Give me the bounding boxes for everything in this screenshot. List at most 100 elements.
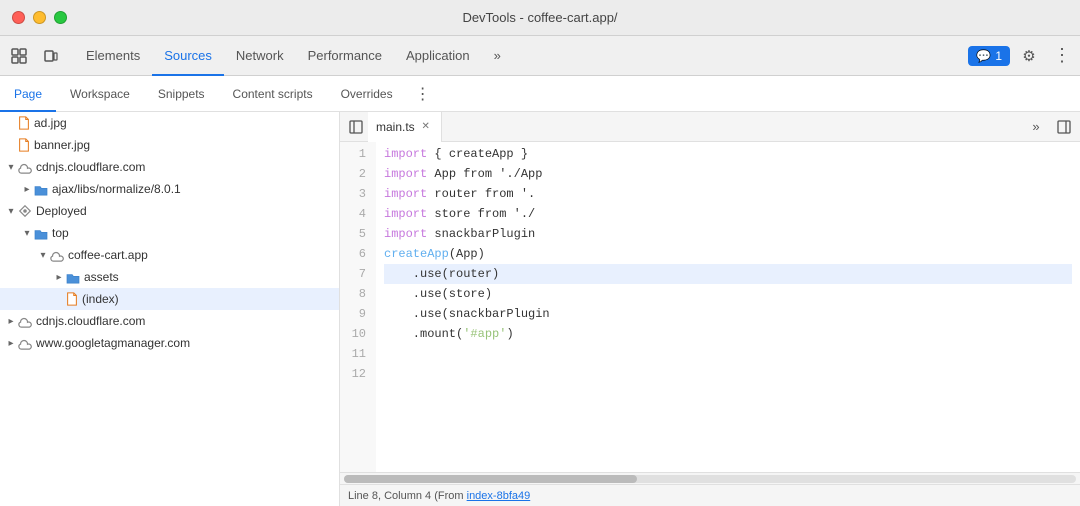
- tree-file-icon: [34, 182, 48, 196]
- tree-arrow-icon: [52, 272, 66, 283]
- tree-arrow-icon: [4, 316, 18, 327]
- device-icon[interactable]: [36, 41, 66, 71]
- code-content[interactable]: import { createApp } import App from './…: [376, 142, 1080, 472]
- maximize-button[interactable]: [54, 11, 67, 24]
- tree-item[interactable]: cdnjs.cloudflare.com: [0, 310, 339, 332]
- scrollbar-thumb[interactable]: [344, 475, 637, 483]
- tree-arrow-icon: [4, 338, 18, 349]
- code-scrollbar[interactable]: [340, 472, 1080, 484]
- sub-tab-overrides[interactable]: Overrides: [327, 76, 407, 112]
- collapse-panel-icon[interactable]: [1052, 115, 1076, 139]
- main-content: ad.jpgbanner.jpgcdnjs.cloudflare.comajax…: [0, 112, 1080, 506]
- code-tabs-bar: main.ts ✕ »: [340, 112, 1080, 142]
- tab-network[interactable]: Network: [224, 36, 296, 76]
- sub-toolbar: Page Workspace Snippets Content scripts …: [0, 76, 1080, 112]
- line-number: 5: [350, 224, 366, 244]
- close-button[interactable]: [12, 11, 25, 24]
- chat-badge[interactable]: 💬 1: [968, 46, 1010, 66]
- tree-file-icon: [50, 248, 64, 263]
- scrollbar-track[interactable]: [344, 475, 1076, 483]
- tab-performance[interactable]: Performance: [296, 36, 394, 76]
- line-number: 1: [350, 144, 366, 164]
- tab-sources[interactable]: Sources: [152, 36, 224, 76]
- tree-item[interactable]: cdnjs.cloudflare.com: [0, 156, 339, 178]
- tree-item-label: Deployed: [36, 204, 87, 218]
- tree-item[interactable]: ad.jpg: [0, 112, 339, 134]
- main-toolbar: Elements Sources Network Performance App…: [0, 36, 1080, 76]
- settings-icon[interactable]: ⚙: [1014, 41, 1044, 71]
- tree-item[interactable]: ajax/libs/normalize/8.0.1: [0, 178, 339, 200]
- line-number: 9: [350, 304, 366, 324]
- more-options-button[interactable]: ⋮: [1048, 42, 1076, 70]
- line-number: 3: [350, 184, 366, 204]
- status-bar: Line 8, Column 4 (From index-8bfa49: [340, 484, 1080, 506]
- tree-file-icon: [34, 226, 48, 240]
- tree-item[interactable]: assets: [0, 266, 339, 288]
- sub-tab-content-scripts[interactable]: Content scripts: [219, 76, 327, 112]
- tree-file-icon: [18, 138, 30, 153]
- line-number: 12: [350, 364, 366, 384]
- panel-left-icon[interactable]: [344, 115, 368, 139]
- tab-application[interactable]: Application: [394, 36, 482, 76]
- tree-item[interactable]: www.googletagmanager.com: [0, 332, 339, 354]
- code-line: import { createApp }: [384, 144, 1072, 164]
- tree-item-label: ad.jpg: [34, 116, 67, 130]
- tree-item-label: cdnjs.cloudflare.com: [36, 314, 145, 328]
- code-line: import App from './App: [384, 164, 1072, 184]
- inspect-icon[interactable]: [4, 41, 34, 71]
- tree-item-label: (index): [82, 292, 119, 306]
- tree-file-icon: [18, 116, 30, 131]
- tree-file-icon: [18, 314, 32, 329]
- line-number: 11: [350, 344, 366, 364]
- line-number: 10: [350, 324, 366, 344]
- tree-arrow-icon: [36, 250, 50, 261]
- code-tab-main-ts[interactable]: main.ts ✕: [368, 112, 442, 142]
- tree-item-label: www.googletagmanager.com: [36, 336, 190, 350]
- code-area[interactable]: 123456789101112 import { createApp } imp…: [340, 142, 1080, 472]
- code-line: .use(snackbarPlugin: [384, 304, 1072, 324]
- tree-item[interactable]: (index): [0, 288, 339, 310]
- file-tree-panel: ad.jpgbanner.jpgcdnjs.cloudflare.comajax…: [0, 112, 340, 506]
- tree-item[interactable]: Deployed: [0, 200, 339, 222]
- status-from: (From: [434, 490, 463, 502]
- window-controls: [12, 11, 67, 24]
- tree-file-icon: [18, 204, 32, 219]
- more-tabs-icon[interactable]: »: [1024, 115, 1048, 139]
- tree-arrow-icon: [20, 228, 34, 239]
- sub-tab-snippets[interactable]: Snippets: [144, 76, 219, 112]
- minimize-button[interactable]: [33, 11, 46, 24]
- line-number: 7: [350, 264, 366, 284]
- tree-item[interactable]: top: [0, 222, 339, 244]
- window-title: DevTools - coffee-cart.app/: [462, 10, 617, 25]
- code-line: createApp(App): [384, 244, 1072, 264]
- chat-count: 1: [995, 49, 1002, 63]
- tab-elements[interactable]: Elements: [74, 36, 152, 76]
- sub-toolbar-more[interactable]: ⋮: [409, 80, 437, 108]
- tree-item[interactable]: coffee-cart.app: [0, 244, 339, 266]
- code-tabs-right: »: [1024, 115, 1076, 139]
- tab-more[interactable]: »: [482, 36, 513, 76]
- title-bar: DevTools - coffee-cart.app/: [0, 0, 1080, 36]
- tree-item-label: coffee-cart.app: [68, 248, 148, 262]
- toolbar-left-icons: [4, 41, 66, 71]
- code-tab-close[interactable]: ✕: [419, 120, 433, 134]
- tree-arrow-icon: [4, 162, 18, 173]
- tree-item-label: ajax/libs/normalize/8.0.1: [52, 182, 181, 196]
- line-number: 2: [350, 164, 366, 184]
- line-number: 8: [350, 284, 366, 304]
- tree-file-icon: [18, 336, 32, 351]
- sub-tab-page[interactable]: Page: [0, 76, 56, 112]
- toolbar-right: 💬 1 ⚙ ⋮: [968, 41, 1076, 71]
- status-source-link[interactable]: index-8bfa49: [467, 490, 531, 502]
- tree-item-label: assets: [84, 270, 119, 284]
- line-numbers: 123456789101112: [340, 142, 376, 472]
- line-number: 4: [350, 204, 366, 224]
- status-position: Line 8, Column 4: [348, 490, 431, 502]
- code-line: .use(store): [384, 284, 1072, 304]
- code-line: .use(router): [384, 264, 1072, 284]
- code-line: import store from './: [384, 204, 1072, 224]
- sub-tab-workspace[interactable]: Workspace: [56, 76, 144, 112]
- code-panel: main.ts ✕ » 123456789101112 import { cre…: [340, 112, 1080, 506]
- chat-icon: 💬: [976, 49, 991, 63]
- tree-item[interactable]: banner.jpg: [0, 134, 339, 156]
